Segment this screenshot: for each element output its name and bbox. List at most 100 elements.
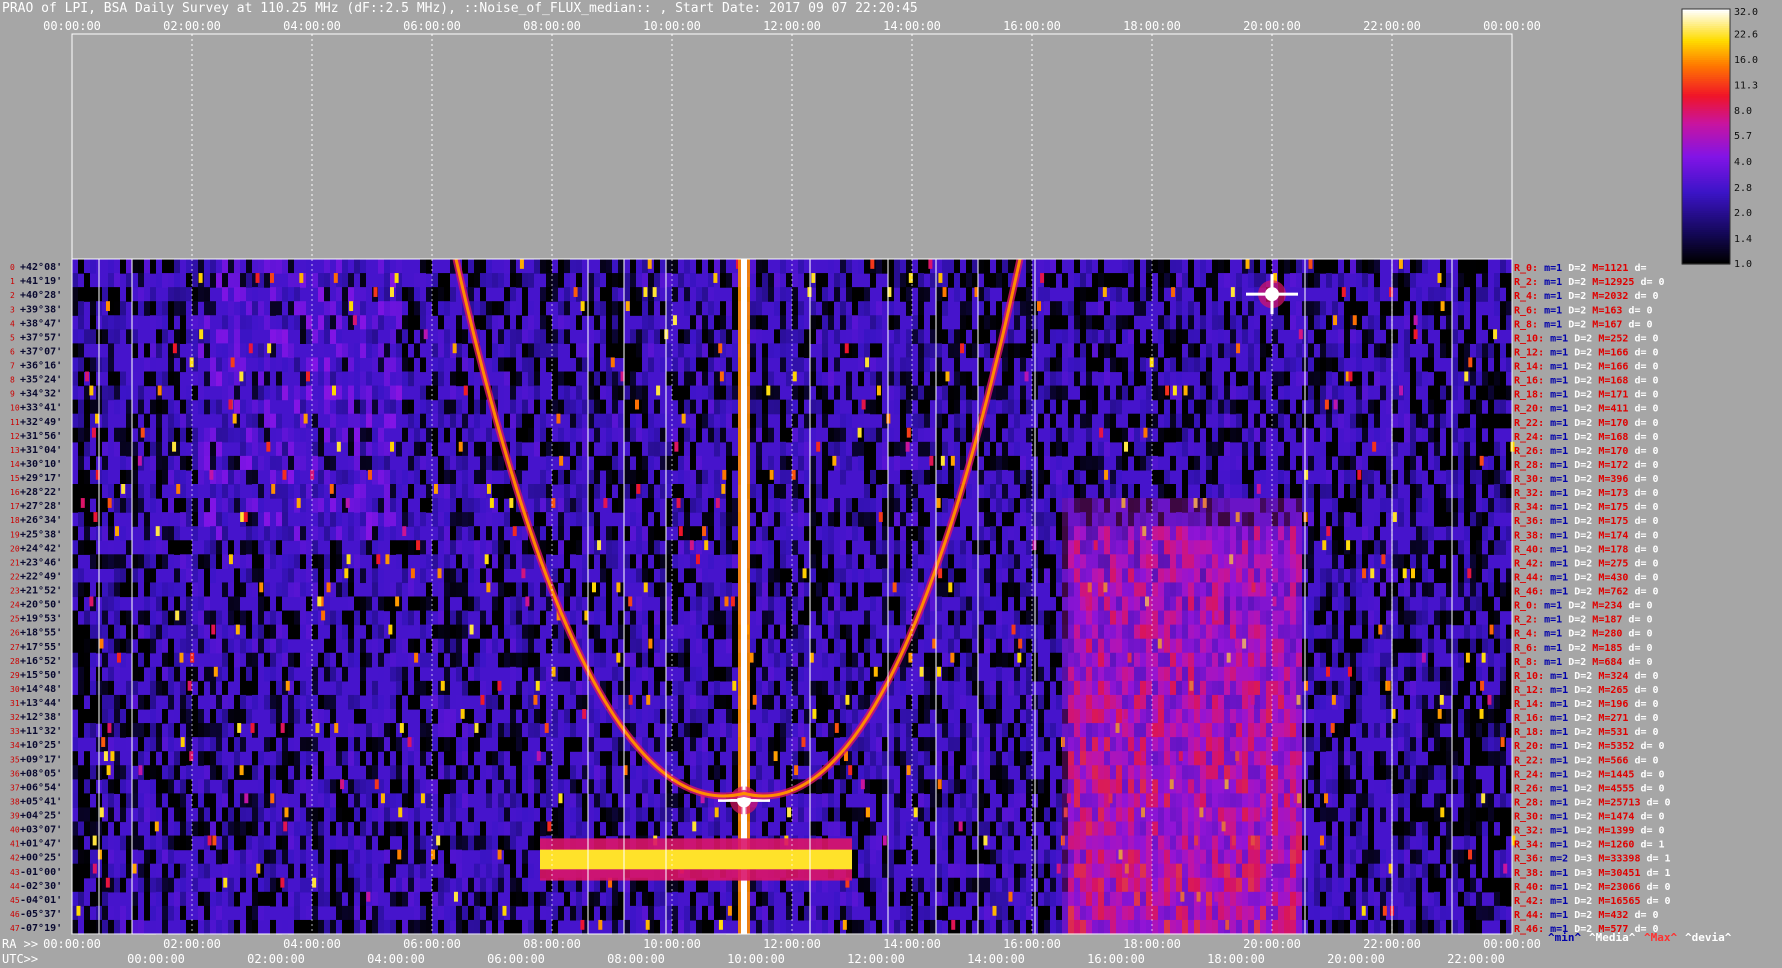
heatmap-cell (1044, 455, 1050, 471)
heatmap-cell (852, 441, 858, 457)
heatmap-cell (372, 385, 378, 401)
heatmap-cell (1260, 371, 1266, 387)
heatmap-cell (1326, 638, 1332, 654)
heatmap-cell (78, 371, 84, 387)
heatmap-cell (1392, 329, 1398, 344)
heatmap-cell (636, 301, 642, 316)
heatmap-cell (996, 498, 1002, 513)
heatmap-cell (936, 652, 942, 668)
heatmap-cell (612, 441, 618, 457)
heatmap-cell (882, 259, 888, 274)
heatmap-cell (798, 399, 804, 415)
heatmap-cell (246, 301, 252, 316)
heatmap-cell (888, 638, 894, 654)
heatmap-cell (78, 652, 84, 668)
heatmap-cell (78, 287, 84, 302)
heatmap-cell (1476, 638, 1482, 654)
heatmap-cell (786, 287, 792, 302)
heatmap-cell (1476, 427, 1482, 443)
heatmap-cell (432, 371, 438, 387)
heatmap-cell (876, 427, 882, 443)
heatmap-cell (1398, 652, 1404, 668)
heatmap-cell (1002, 455, 1008, 471)
heatmap-cell (864, 455, 870, 471)
heatmap-cell (750, 413, 756, 429)
heatmap-cell (78, 484, 84, 499)
heatmap-cell (1308, 498, 1314, 513)
heatmap-cell (648, 652, 654, 668)
heatmap-cell (1446, 512, 1452, 527)
heatmap-cell (966, 301, 972, 316)
heatmap-cell (816, 399, 822, 415)
heatmap-cell (1086, 315, 1092, 330)
heatmap-cell (684, 301, 690, 316)
heatmap-cell (996, 385, 1002, 401)
heatmap-cell (1338, 441, 1344, 457)
heatmap-cell (642, 385, 648, 401)
heatmap-cell (168, 540, 174, 555)
heatmap-cell (1014, 582, 1020, 598)
heatmap-cell (1320, 329, 1326, 344)
heatmap-cell (1338, 371, 1344, 387)
heatmap-cell (1332, 343, 1338, 359)
heatmap-cell (1494, 371, 1500, 387)
heatmap-cell (972, 540, 978, 555)
heatmap-cell (1146, 399, 1152, 415)
heatmap-cell (906, 498, 912, 513)
heatmap-cell (1206, 399, 1212, 415)
heatmap-cell (222, 413, 228, 429)
heatmap-cell (540, 582, 546, 598)
heatmap-cell (1488, 413, 1494, 429)
heatmap-cell (1170, 455, 1176, 471)
heatmap-cell (1266, 343, 1272, 359)
heatmap-cell (408, 582, 414, 598)
heatmap-cell (690, 287, 696, 302)
heatmap-cell (624, 526, 630, 541)
heatmap-cell (270, 624, 276, 640)
heatmap-cell (432, 638, 438, 654)
heatmap-cell (1446, 301, 1452, 316)
heatmap-cell (1482, 498, 1488, 513)
heatmap-cell (972, 259, 978, 274)
heatmap-cell (708, 273, 714, 288)
heatmap-cell (1338, 469, 1344, 485)
heatmap-cell (264, 385, 270, 401)
heatmap-cell (912, 512, 918, 527)
heatmap-cell (942, 259, 948, 274)
heatmap-cell (294, 413, 300, 429)
heatmap-cell (1488, 568, 1494, 584)
heatmap-cell (762, 582, 768, 598)
heatmap-cell (246, 498, 252, 513)
heatmap-cell (174, 259, 180, 274)
heatmap-cell (786, 526, 792, 541)
heatmap-cell (1074, 329, 1080, 344)
heatmap-cell (1146, 413, 1152, 429)
heatmap-cell (228, 610, 234, 626)
heatmap-cell (576, 484, 582, 499)
heatmap-cell (228, 596, 234, 612)
heatmap-cell (834, 498, 840, 513)
heatmap-cell (768, 638, 774, 654)
heatmap-cell (84, 329, 90, 344)
heatmap-cell (780, 455, 786, 471)
heatmap-cell (810, 582, 816, 598)
heatmap-cell (654, 259, 660, 274)
heatmap-cell (1470, 526, 1476, 541)
heatmap-cell (150, 484, 156, 499)
heatmap-cell (1008, 540, 1014, 555)
heatmap-cell (306, 624, 312, 640)
heatmap-cell (1308, 413, 1314, 429)
heatmap-cell (462, 582, 468, 598)
heatmap-cell (828, 399, 834, 415)
heatmap-cell (1422, 315, 1428, 330)
heatmap-cell (114, 554, 120, 569)
heatmap-cell (816, 371, 822, 387)
heatmap-cell (162, 638, 168, 654)
heatmap-cell (804, 638, 810, 654)
heatmap-cell (78, 455, 84, 471)
heatmap-cell (1374, 526, 1380, 541)
heatmap-cell (600, 568, 606, 584)
heatmap-cell (438, 371, 444, 387)
heatmap-cell (690, 469, 696, 485)
heatmap-cell (354, 610, 360, 626)
